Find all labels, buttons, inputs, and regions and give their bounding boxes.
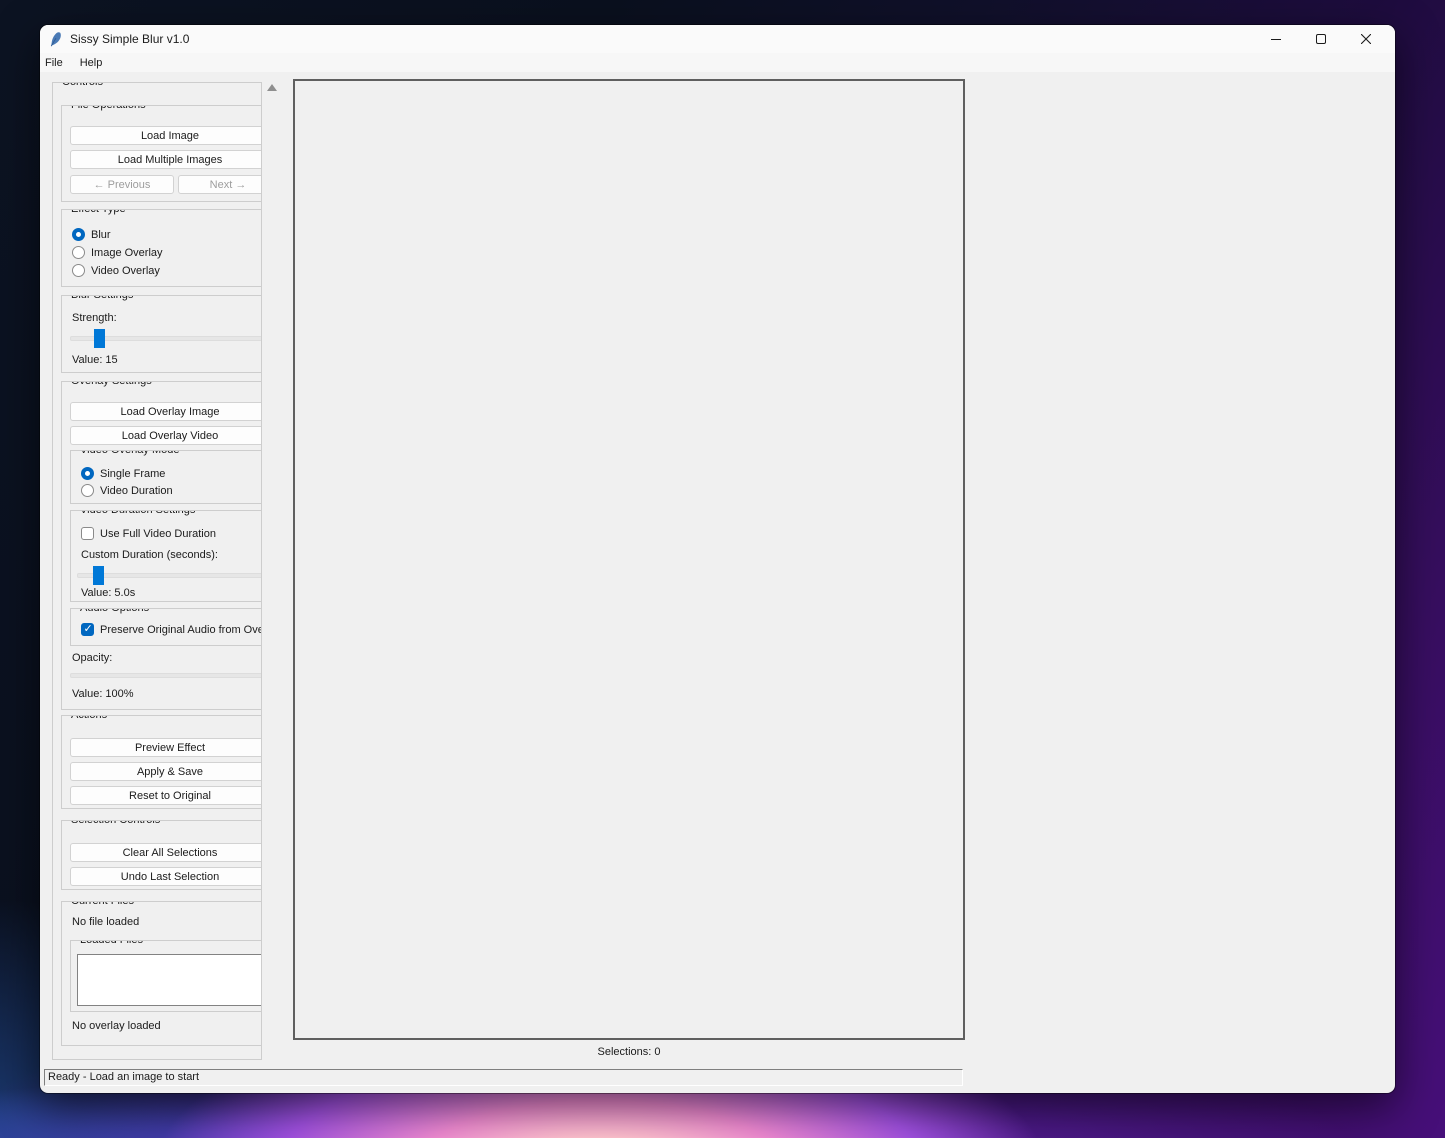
title-bar[interactable]: Sissy Simple Blur v1.0 — [40, 25, 1395, 53]
clear-all-selections-button[interactable]: Clear All Selections — [70, 843, 262, 862]
audio-options-label: Audio Options — [77, 608, 152, 616]
python-feather-icon — [49, 32, 62, 47]
apply-save-button[interactable]: Apply & Save — [70, 762, 262, 781]
controls-panel: Controls File Operations Load Image Load… — [52, 82, 262, 1060]
close-icon — [1361, 34, 1371, 44]
video-overlay-mode-label: Video Overlay Mode — [77, 450, 182, 458]
file-operations-group: File Operations Load Image Load Multiple… — [61, 105, 262, 202]
video-duration-settings-group: Video Duration Settings Use Full Video D… — [70, 510, 262, 602]
actions-label: Actions — [68, 715, 110, 723]
loaded-files-listbox[interactable] — [77, 954, 262, 1006]
blur-settings-label: Blur Settings — [68, 295, 136, 303]
load-overlay-video-button[interactable]: Load Overlay Video — [70, 426, 262, 445]
video-duration-settings-label: Video Duration Settings — [77, 510, 198, 518]
radio-image-overlay-label: Image Overlay — [91, 247, 163, 259]
checkbox-icon — [81, 623, 94, 636]
strength-label: Strength: — [72, 312, 117, 324]
audio-options-group: Audio Options Preserve Original Audio fr… — [70, 608, 262, 646]
actions-group: Actions Preview Effect Apply & Save Rese… — [61, 715, 262, 809]
window-controls — [1253, 25, 1388, 53]
scroll-up-arrow-icon[interactable] — [267, 84, 277, 91]
checkbox-icon — [81, 527, 94, 540]
radio-video-duration[interactable]: Video Duration — [81, 484, 173, 497]
radio-video-overlay-label: Video Overlay — [91, 265, 160, 277]
video-overlay-mode-group: Video Overlay Mode Single Frame Video Du… — [70, 450, 262, 504]
custom-duration-label: Custom Duration (seconds): — [81, 549, 218, 561]
radio-icon — [72, 228, 85, 241]
radio-blur-label: Blur — [91, 229, 111, 241]
minimize-button[interactable] — [1253, 25, 1298, 53]
opacity-value: Value: 100% — [72, 688, 134, 700]
opacity-slider[interactable] — [70, 666, 262, 685]
radio-video-overlay[interactable]: Video Overlay — [72, 264, 160, 277]
radio-icon — [72, 246, 85, 259]
blur-settings-group: Blur Settings Strength: Value: 15 — [61, 295, 262, 373]
radio-blur[interactable]: Blur — [72, 228, 111, 241]
radio-icon — [81, 484, 94, 497]
undo-last-selection-button[interactable]: Undo Last Selection — [70, 867, 262, 886]
app-window: Sissy Simple Blur v1.0 File Help Control… — [40, 25, 1395, 1093]
close-button[interactable] — [1343, 25, 1388, 53]
strength-slider[interactable] — [70, 329, 262, 348]
effect-type-group: Effect Type Blur Image Overlay Video Ove… — [61, 209, 262, 287]
custom-duration-slider-handle[interactable] — [93, 566, 104, 585]
overlay-status-text: No overlay loaded — [72, 1020, 161, 1032]
radio-image-overlay[interactable]: Image Overlay — [72, 246, 163, 259]
load-image-button[interactable]: Load Image — [70, 126, 262, 145]
selections-count: Selections: 0 — [293, 1046, 965, 1058]
preserve-audio-checkbox[interactable]: Preserve Original Audio from Overlay Vid — [81, 623, 262, 636]
strength-slider-handle[interactable] — [94, 329, 105, 348]
custom-duration-value: Value: 5.0s — [81, 587, 135, 599]
slider-trough — [77, 573, 262, 578]
selection-controls-label: Selection Controls — [68, 820, 163, 828]
load-multiple-images-button[interactable]: Load Multiple Images — [70, 150, 262, 169]
use-full-video-duration-label: Use Full Video Duration — [100, 528, 216, 540]
overlay-settings-label: Overlay Settings — [68, 381, 155, 389]
menu-bar: File Help — [40, 53, 1395, 72]
current-files-label: Current Files — [68, 901, 137, 909]
strength-value: Value: 15 — [72, 354, 118, 366]
radio-icon — [72, 264, 85, 277]
status-bar: Ready - Load an image to start — [44, 1069, 963, 1086]
maximize-icon — [1316, 34, 1326, 44]
slider-trough — [70, 673, 262, 678]
loaded-files-group: Loaded Files — [70, 940, 262, 1012]
loaded-files-label: Loaded Files — [77, 940, 146, 948]
load-overlay-image-button[interactable]: Load Overlay Image — [70, 402, 262, 421]
preview-effect-button[interactable]: Preview Effect — [70, 738, 262, 757]
radio-icon — [81, 467, 94, 480]
next-button[interactable]: Next → — [178, 175, 262, 194]
opacity-label: Opacity: — [72, 652, 112, 664]
preserve-audio-label: Preserve Original Audio from Overlay Vid — [100, 624, 262, 636]
radio-video-duration-label: Video Duration — [100, 485, 173, 497]
maximize-button[interactable] — [1298, 25, 1343, 53]
reset-to-original-button[interactable]: Reset to Original — [70, 786, 262, 805]
file-operations-label: File Operations — [68, 105, 149, 113]
file-status-text: No file loaded — [72, 916, 139, 928]
minimize-icon — [1271, 34, 1281, 44]
effect-type-label: Effect Type — [68, 209, 129, 217]
custom-duration-slider[interactable] — [77, 566, 262, 585]
radio-single-frame-label: Single Frame — [100, 468, 165, 480]
current-files-group: Current Files No file loaded Loaded File… — [61, 901, 262, 1046]
use-full-video-duration-checkbox[interactable]: Use Full Video Duration — [81, 527, 216, 540]
controls-panel-label: Controls — [59, 82, 106, 90]
previous-button[interactable]: ← Previous — [70, 175, 174, 194]
menu-help[interactable]: Help — [71, 55, 112, 71]
overlay-settings-group: Overlay Settings Load Overlay Image Load… — [61, 381, 262, 710]
selection-controls-group: Selection Controls Clear All Selections … — [61, 820, 262, 890]
window-title: Sissy Simple Blur v1.0 — [70, 32, 189, 46]
menu-file[interactable]: File — [40, 55, 71, 71]
radio-single-frame[interactable]: Single Frame — [81, 467, 165, 480]
image-canvas[interactable] — [293, 79, 965, 1040]
